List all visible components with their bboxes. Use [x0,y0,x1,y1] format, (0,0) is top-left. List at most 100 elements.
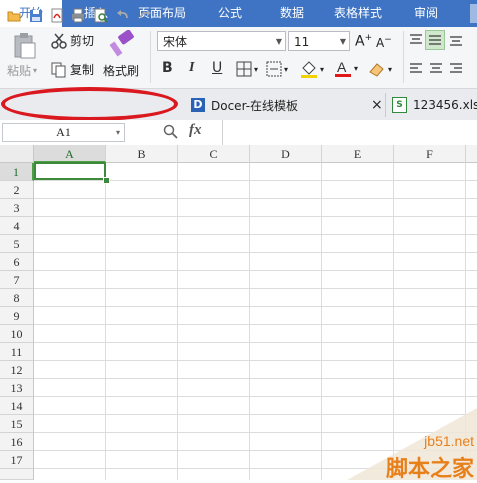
chevron-down-icon: ▾ [254,64,259,74]
tab-review[interactable]: 审阅 [414,0,438,27]
paste-button[interactable]: 粘贴 ▾ [7,62,37,79]
paste-icon[interactable] [12,32,38,60]
gridline [34,288,477,289]
row-header-15[interactable]: 15 [0,415,34,433]
copy-button[interactable]: 复制 [51,61,94,78]
gridline [34,198,477,199]
formula-bar: A1 ▾ fx [0,120,477,146]
align-right-icon [450,63,462,73]
tab-file[interactable]: S 123456.xls [392,93,477,117]
row-header-8[interactable]: 8 [0,289,34,307]
row-header-overflow [0,469,34,480]
paste-dropdown-icon: ▾ [33,66,38,75]
increase-font-icon: A+ [355,33,373,50]
undo-icon[interactable] [116,8,130,23]
row-header-11[interactable]: 11 [0,343,34,361]
font-color-button[interactable]: A ▾ [334,59,358,78]
tab-docer[interactable]: D Docer-在线模板 [191,93,298,117]
scissors-icon [51,33,67,49]
tab-formulas[interactable]: 公式 [218,0,242,27]
underline-button[interactable]: U [212,60,222,76]
gridline [34,252,477,253]
borders-button[interactable]: ▾ [236,61,258,77]
format-painter-icon[interactable] [109,29,137,58]
spreadsheet-file-icon: S [392,97,407,113]
chevron-down-icon: ▼ [339,37,346,46]
align-top-button[interactable] [409,33,423,50]
print-preview-icon[interactable] [94,8,108,23]
tab-table-style[interactable]: 表格样式 [334,0,382,27]
column-header-f[interactable]: F [394,145,466,163]
row-header-6[interactable]: 6 [0,253,34,271]
row-header-7[interactable]: 7 [0,271,34,289]
column-header-a[interactable]: A [34,145,106,163]
row-header-17[interactable]: 17 [0,451,34,469]
row-header-13[interactable]: 13 [0,379,34,397]
zoom-lookup-icon[interactable] [163,124,178,142]
chevron-down-icon: ▼ [275,37,282,46]
row-header-4[interactable]: 4 [0,217,34,235]
align-bottom-button[interactable] [449,33,463,50]
gridline [34,324,477,325]
watermark: jb51.net 脚本之家 [327,408,477,482]
name-box[interactable]: A1 ▾ [2,123,125,142]
gridline [34,342,477,343]
decrease-font-button[interactable]: A− [376,35,392,50]
annotation-oval [1,87,178,121]
active-cell-a1[interactable] [34,162,106,180]
open-folder-icon[interactable] [7,8,21,23]
chevron-down-icon: ▾ [284,64,289,74]
row-header-10[interactable]: 10 [0,325,34,343]
row-header-1[interactable]: 1 [0,163,34,181]
eraser-icon [369,63,384,77]
docer-tab-label: Docer-在线模板 [211,98,299,113]
align-middle-button[interactable] [425,30,445,50]
row-header-12[interactable]: 12 [0,361,34,379]
italic-button[interactable]: I [189,60,194,76]
column-header-c[interactable]: C [178,145,250,163]
export-pdf-icon[interactable] [50,8,64,23]
fill-color-button[interactable]: ▾ [300,60,324,78]
bold-button[interactable]: B [162,60,173,76]
fill-handle[interactable] [103,177,110,184]
divider [385,93,386,117]
clear-format-button[interactable]: ▾ [368,61,392,77]
increase-font-button[interactable]: A+ [355,33,372,50]
tab-data[interactable]: 数据 [280,0,304,27]
print-icon[interactable] [71,8,85,23]
chevron-down-icon: ▾ [354,64,359,73]
align-center-button[interactable] [429,62,443,79]
cut-button[interactable]: 剪切 [51,32,94,49]
row-header-16[interactable]: 16 [0,433,34,451]
insert-function-button[interactable]: fx [189,122,202,139]
select-all-corner[interactable] [0,145,34,163]
divider [403,31,404,83]
align-bottom-icon [450,36,462,46]
row-header-3[interactable]: 3 [0,199,34,217]
name-box-value: A1 [56,125,71,139]
close-tab-button[interactable]: × [371,93,383,117]
align-right-button[interactable] [449,62,463,79]
column-header-e[interactable]: E [322,145,394,163]
save-icon[interactable] [29,8,43,23]
font-name-select[interactable]: 宋体 ▼ [157,31,286,51]
row-header-9[interactable]: 9 [0,307,34,325]
redo-icon[interactable] [138,8,152,23]
align-left-button[interactable] [409,62,423,79]
column-header-b[interactable]: B [106,145,178,163]
row-header-5[interactable]: 5 [0,235,34,253]
chevron-down-icon: ▾ [388,64,393,74]
watermark-name: 脚本之家 [385,457,474,482]
formula-input[interactable] [226,123,474,142]
row-header-14[interactable]: 14 [0,397,34,415]
column-header-d[interactable]: D [250,145,322,163]
column-header-overflow [466,145,477,163]
format-painter-button[interactable]: 格式刷 [103,62,139,79]
merge-cells-icon [266,61,282,77]
format-painter-label: 格式刷 [103,64,140,78]
paste-label: 粘贴 [7,64,32,78]
font-size-select[interactable]: 11 ▼ [288,31,350,51]
row-header-2[interactable]: 2 [0,181,34,199]
merge-button[interactable]: ▾ [266,61,288,77]
font-size-value: 11 [294,35,310,49]
